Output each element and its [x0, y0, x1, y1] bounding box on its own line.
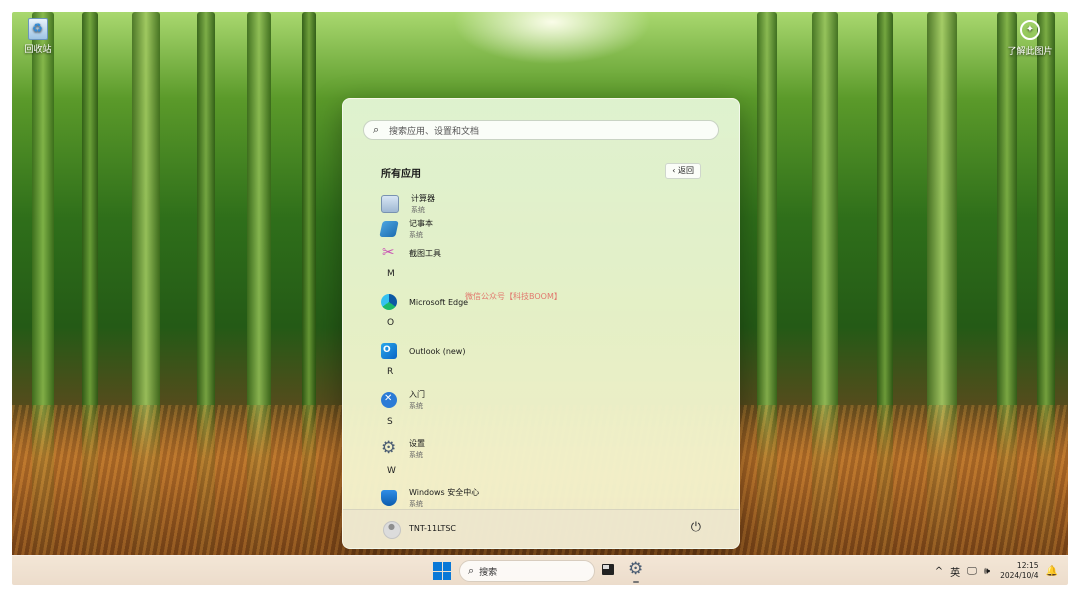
user-name[interactable]: TNT-11LTSC	[409, 524, 456, 533]
notification-icon[interactable]: 🔔	[1046, 566, 1058, 577]
section-letter-s[interactable]: S	[387, 417, 393, 427]
network-icon[interactable]: 🖵	[967, 566, 977, 577]
edge-icon	[381, 294, 397, 310]
app-item-settings[interactable]: 设置 系统	[381, 438, 425, 460]
all-apps-list: 计算器 系统 记事本 系统 截图工具 M	[379, 189, 701, 509]
settings-taskbar-icon[interactable]: ⚙	[628, 559, 643, 579]
settings-icon	[381, 438, 397, 458]
section-letter-w[interactable]: W	[387, 466, 396, 476]
outlook-icon	[381, 343, 397, 359]
app-subtitle: 系统	[409, 451, 423, 459]
app-name: Outlook (new)	[409, 346, 466, 356]
back-button-label: 返回	[678, 166, 694, 175]
screen-frame: 回收站 ✦ 了解此图片 ⌕ 搜索应用、设置和文档 所有应用 ‹ 返回 计算器	[12, 12, 1068, 585]
snipping-tool-icon	[381, 243, 397, 261]
start-menu-footer: TNT-11LTSC ⏻	[343, 509, 739, 548]
learn-about-picture-label: 了解此图片	[1007, 47, 1053, 57]
app-name: Windows 安全中心	[409, 488, 480, 497]
app-item-notepad[interactable]: 记事本 系统	[379, 218, 433, 240]
app-item-windows-security[interactable]: Windows 安全中心 系统	[381, 487, 479, 509]
app-item-edge[interactable]: Microsoft Edge	[381, 294, 468, 310]
app-subtitle: 系统	[409, 231, 423, 239]
start-search-placeholder: 搜索应用、设置和文档	[389, 126, 480, 137]
user-avatar-icon[interactable]	[383, 521, 401, 539]
start-search-input[interactable]: ⌕ 搜索应用、设置和文档	[363, 120, 719, 140]
desktop-wallpaper: 回收站 ✦ 了解此图片 ⌕ 搜索应用、设置和文档 所有应用 ‹ 返回 计算器	[12, 12, 1068, 555]
windows-start-icon[interactable]	[433, 562, 451, 580]
all-apps-title: 所有应用	[381, 169, 421, 180]
clock[interactable]: 12:15 2024/10/4	[1000, 561, 1038, 581]
section-letter-r[interactable]: R	[387, 367, 393, 377]
watermark-text: 微信公众号【科技BOOM】	[465, 292, 562, 301]
app-subtitle: 系统	[409, 500, 423, 508]
camera-info-icon: ✦	[1020, 20, 1040, 40]
app-name: 计算器	[411, 194, 435, 203]
app-item-outlook[interactable]: Outlook (new)	[381, 343, 465, 359]
section-letter-o[interactable]: O	[387, 318, 394, 328]
volume-icon[interactable]: 🕪	[984, 566, 990, 577]
notepad-icon	[379, 221, 399, 237]
app-item-get-started[interactable]: 入门 系统	[381, 389, 425, 411]
app-name: Microsoft Edge	[409, 297, 469, 307]
calculator-icon	[381, 195, 399, 213]
clock-time: 12:15	[1016, 561, 1039, 570]
recycle-bin-icon	[28, 18, 48, 40]
app-name: 入门	[409, 390, 425, 399]
ime-indicator[interactable]: 英	[950, 564, 960, 579]
recycle-bin-shortcut[interactable]: 回收站	[20, 18, 56, 55]
section-letter-m[interactable]: M	[387, 269, 395, 279]
taskbar: ⌕ 搜索 ⚙ ^ 英 🖵 🕪 12:15 2024/10/4 🔔	[12, 555, 1068, 585]
recycle-bin-label: 回收站	[24, 45, 52, 55]
app-item-calculator[interactable]: 计算器 系统	[381, 193, 435, 215]
power-icon[interactable]: ⏻	[691, 520, 701, 535]
system-tray: ^ 英 🖵 🕪 12:15 2024/10/4 🔔	[928, 556, 1058, 585]
file-explorer-icon[interactable]	[602, 564, 614, 575]
app-name: 记事本	[409, 219, 433, 228]
start-menu: ⌕ 搜索应用、设置和文档 所有应用 ‹ 返回 计算器 系统 记事本 系统 ✂ 截…	[342, 98, 740, 549]
active-app-indicator	[633, 581, 639, 583]
app-subtitle: 系统	[411, 206, 425, 214]
app-subtitle: 系统	[409, 402, 423, 410]
back-button[interactable]: ‹ 返回	[665, 163, 701, 179]
search-icon: ⌕	[373, 123, 380, 136]
clock-date: 2024/10/4	[1000, 571, 1039, 580]
chevron-left-icon: ‹	[672, 166, 676, 175]
app-item-snipping-tool[interactable]: 截图工具	[381, 243, 441, 261]
security-shield-icon	[381, 490, 397, 506]
taskbar-search-box[interactable]: ⌕ 搜索	[459, 560, 595, 582]
app-name: 设置	[409, 439, 425, 448]
search-icon: ⌕	[468, 564, 475, 577]
app-name: 截图工具	[409, 248, 441, 258]
get-started-icon	[381, 392, 397, 408]
taskbar-search-label: 搜索	[479, 567, 498, 578]
chevron-up-icon[interactable]: ^	[935, 566, 943, 577]
learn-about-picture-shortcut[interactable]: ✦ 了解此图片	[1000, 20, 1060, 57]
